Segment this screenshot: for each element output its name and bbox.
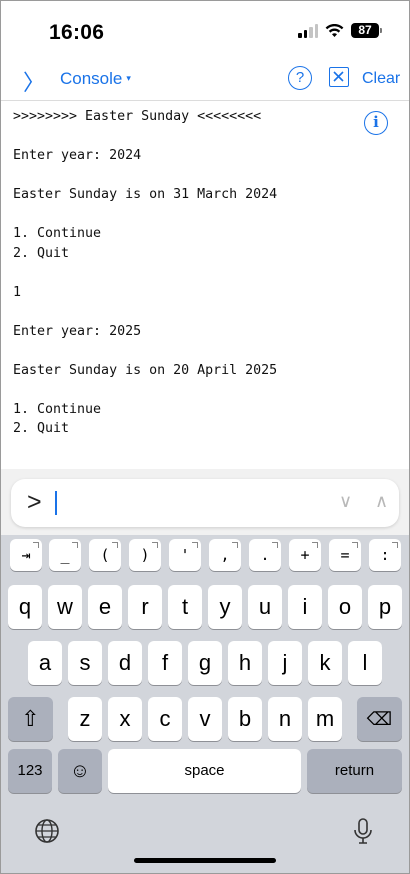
console-input-box[interactable]: > ∨ ∧ [11,479,399,527]
letter-key[interactable]: q [8,585,42,629]
letter-key[interactable]: s [68,641,102,685]
toolbar-key[interactable]: _ [49,539,81,571]
letter-key[interactable]: a [28,641,62,685]
toolbar-key[interactable]: = [329,539,361,571]
input-bar: > ∨ ∧ [1,469,409,535]
toolbar-key[interactable]: , [209,539,241,571]
letter-key[interactable]: r [128,585,162,629]
mic-shape [354,818,372,844]
space-key[interactable]: space [108,749,301,793]
page-title: Console [60,69,123,88]
letter-key[interactable]: e [88,585,122,629]
toolbar-key[interactable]: : [369,539,401,571]
toolbar-key[interactable]: ' [169,539,201,571]
letter-key[interactable]: u [248,585,282,629]
prompt-symbol: > [27,488,42,516]
console-output: >>>>>>>> Easter Sunday <<<<<<<< Enter yea… [13,107,277,439]
clear-x-icon[interactable] [329,67,349,87]
letter-key[interactable]: d [108,641,142,685]
letter-key[interactable]: c [148,697,182,741]
close-icon [333,71,344,82]
status-icons: 87 [298,23,382,38]
console-line: 2. Quit [13,421,70,436]
text-cursor [55,491,57,515]
letter-key[interactable]: x [108,697,142,741]
console-line: Enter year: 2025 [13,323,142,339]
console-line: Easter Sunday is on 31 March 2024 [13,187,278,202]
keyboard-toolbar: ⇥ _() ',. + =: [1,539,409,573]
letter-key[interactable]: k [308,641,342,685]
battery-icon: 87 [351,23,382,38]
navigation-bar: 〉 Console ▾ ? Clear [1,59,409,99]
console-line: >>>>>>>> Easter Sunday <<<<<<<< [13,109,262,124]
letter-key[interactable]: l [348,641,382,685]
console-menu-button[interactable]: Console ▾ [60,69,131,89]
console-line: Easter Sunday is on 20 April 2025 [13,362,278,378]
console-line: 2. Quit [13,245,70,261]
console-line: Enter year: 2024 [13,148,142,163]
emoji-key[interactable]: ☺ [58,749,102,793]
letter-key[interactable]: v [188,697,222,741]
letter-key[interactable]: b [228,697,262,741]
toolbar-key[interactable]: . [249,539,281,571]
globe-shape [35,819,59,843]
nav-divider [1,100,409,101]
chevron-down-icon: ▾ [126,73,131,83]
app-frame: 16:06 87 〉 Console ▾ ? Clear >>>>>>>> Eas… [0,0,410,874]
status-bar: 16:06 87 [1,1,409,59]
info-icon[interactable]: i [364,111,388,135]
letter-key[interactable]: j [268,641,302,685]
toolbar-key[interactable]: ⇥ [10,539,42,571]
clear-button[interactable]: Clear [362,70,400,88]
console-line: 1. Continue [13,401,102,417]
letter-key[interactable]: i [288,585,322,629]
history-up-icon[interactable]: ∧ [375,491,388,512]
cellular-signal-icon [298,23,318,38]
letter-key[interactable]: y [208,585,242,629]
toolbar-key[interactable]: ( [89,539,121,571]
sidebar-toggle-icon[interactable]: 〉 [23,65,45,97]
letter-key[interactable]: m [308,697,342,741]
wifi-icon [325,23,344,37]
letter-key[interactable]: w [48,585,82,629]
letter-key[interactable]: p [368,585,402,629]
globe-icon[interactable] [33,817,61,852]
on-screen-keyboard: ⇥ _() ',. + =: qwertyuiopasdfghjklzxcvbnm ⇧ … [1,535,409,873]
console-line: 1 [13,284,22,300]
letter-key[interactable]: z [68,697,102,741]
status-time: 16:06 [49,21,105,44]
console-line: 1. Continue [13,226,102,241]
delete-key[interactable]: ⌫ [357,697,402,741]
letter-key[interactable]: n [268,697,302,741]
home-indicator [134,858,276,863]
letter-key[interactable]: f [148,641,182,685]
history-down-icon[interactable]: ∨ [339,491,352,512]
microphone-icon[interactable] [350,817,376,852]
letter-key[interactable]: h [228,641,262,685]
letter-key[interactable]: o [328,585,362,629]
toolbar-key[interactable]: + [289,539,321,571]
numbers-key[interactable]: 123 [8,749,52,793]
console-input[interactable] [61,487,311,519]
letter-key[interactable]: t [168,585,202,629]
letter-key[interactable]: g [188,641,222,685]
toolbar-key[interactable]: ) [129,539,161,571]
return-key[interactable]: return [307,749,402,793]
shift-key[interactable]: ⇧ [8,697,53,741]
help-icon[interactable]: ? [288,66,312,90]
